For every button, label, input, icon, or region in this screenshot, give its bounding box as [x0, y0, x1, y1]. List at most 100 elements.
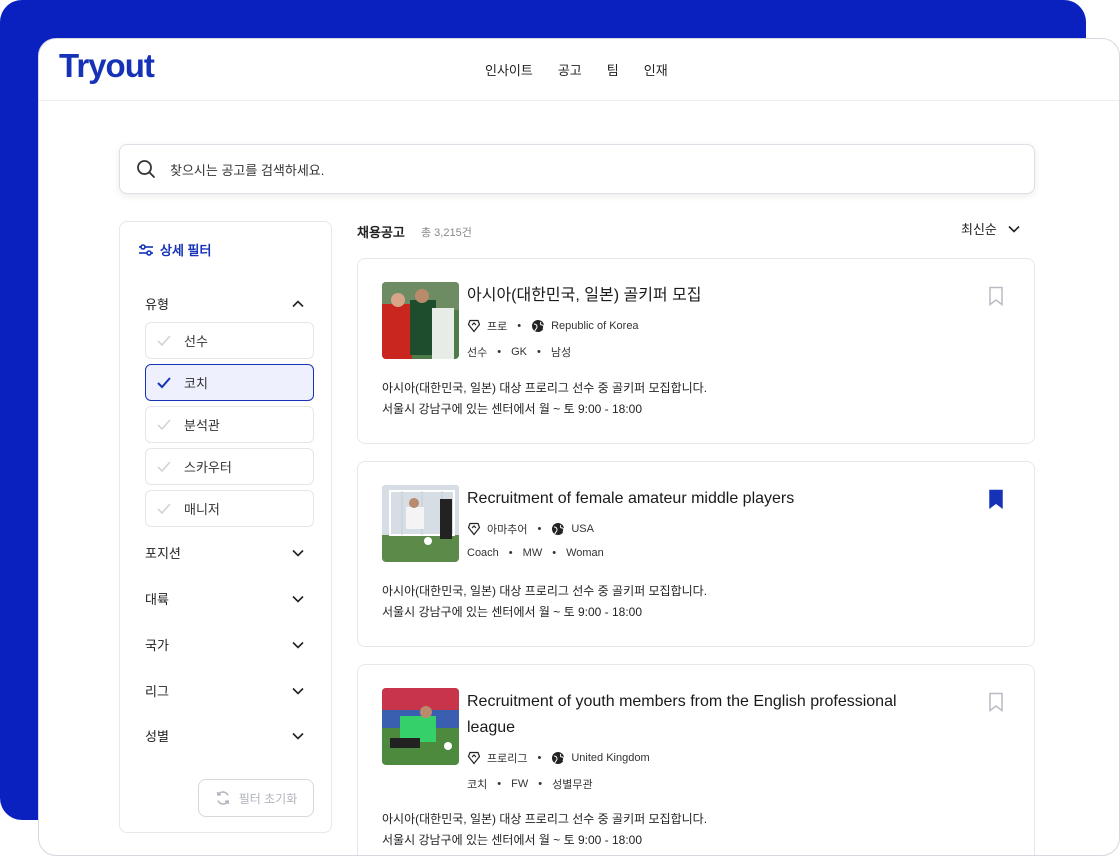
filter-title-label: 상세 필터: [160, 243, 212, 258]
chevron-down-icon: [292, 549, 304, 557]
job-tag: 코치: [467, 779, 488, 791]
globe-icon: [532, 320, 545, 332]
job-tag: 남성: [550, 347, 572, 359]
job-country: USA: [571, 523, 594, 535]
filter-section-label: 대륙: [145, 592, 169, 607]
list-count: 총 3,215건: [421, 227, 472, 239]
refresh-icon: [216, 791, 229, 805]
sliders-icon: [139, 243, 153, 256]
top-navbar: Tryout 인사이트 공고 팀 인재: [39, 39, 1119, 101]
type-option-label: 코치: [184, 376, 208, 391]
job-tag: Woman: [566, 547, 604, 559]
level-badge-icon: [467, 751, 481, 765]
separator-dot: •: [497, 778, 502, 790]
job-tag: 선수: [467, 347, 488, 359]
sort-dropdown[interactable]: 최신순: [961, 219, 1021, 238]
job-tag: GK: [511, 346, 528, 358]
globe-icon: [552, 752, 565, 764]
job-title[interactable]: 아시아(대한민국, 일본) 골키퍼 모집: [467, 283, 947, 309]
filter-section-country[interactable]: 국가: [145, 635, 305, 654]
type-option-label: 매니저: [184, 502, 220, 517]
main-nav: 인사이트 공고 팀 인재: [485, 60, 668, 79]
filter-section-league[interactable]: 리그: [145, 681, 305, 700]
search-bar: [119, 144, 1035, 194]
type-option-analyst[interactable]: 분석관: [145, 406, 314, 443]
filter-section-continent[interactable]: 대륙: [145, 589, 305, 608]
separator-dot: •: [508, 547, 513, 559]
job-thumbnail: [382, 282, 459, 359]
chevron-down-icon: [292, 732, 304, 740]
type-option-scout[interactable]: 스카우터: [145, 448, 314, 485]
filter-section-position[interactable]: 포지션: [145, 543, 305, 562]
job-description-line: 서울시 강남구에 있는 센터에서 월 ~ 토 9:00 - 18:00: [382, 833, 642, 847]
search-input[interactable]: [170, 157, 1010, 183]
nav-talent[interactable]: 인재: [644, 60, 668, 79]
separator-dot: •: [538, 778, 543, 790]
job-description: 아시아(대한민국, 일본) 대상 프로리그 선수 중 골키퍼 모집합니다. 서울…: [382, 581, 707, 623]
nav-insight[interactable]: 인사이트: [485, 60, 533, 79]
job-title[interactable]: Recruitment of youth members from the En…: [467, 689, 947, 741]
job-description-line: 서울시 강남구에 있는 센터에서 월 ~ 토 9:00 - 18:00: [382, 605, 642, 619]
level-badge-icon: [467, 319, 481, 333]
type-option-label: 분석관: [184, 418, 220, 433]
bookmark-outline-icon[interactable]: [988, 286, 1004, 306]
check-icon: [157, 334, 171, 346]
check-icon: [157, 460, 171, 472]
type-option-manager[interactable]: 매니저: [145, 490, 314, 527]
separator-dot: •: [537, 523, 542, 535]
filter-section-label: 성별: [145, 729, 169, 744]
separator-dot: •: [537, 752, 542, 764]
list-title: 채용공고: [357, 225, 405, 240]
job-country: United Kingdom: [571, 752, 650, 764]
job-tags-row: 선수 • GK • 남성: [467, 344, 571, 360]
nav-team[interactable]: 팀: [607, 60, 619, 79]
tryout-logo[interactable]: Tryout: [59, 47, 155, 85]
type-option-label: 스카우터: [184, 460, 232, 475]
reset-filter-label: 필터 초기화: [238, 791, 298, 806]
type-option-player[interactable]: 선수: [145, 322, 314, 359]
globe-icon: [552, 523, 565, 535]
filter-section-label: 포지션: [145, 546, 181, 561]
job-level: 프로: [487, 321, 508, 333]
job-card[interactable]: Recruitment of female amateur middle pla…: [357, 461, 1035, 647]
job-meta-row: 프로리그 • United Kingdom: [467, 750, 650, 766]
job-meta-row: 아마추어 • USA: [467, 521, 594, 537]
job-description: 아시아(대한민국, 일본) 대상 프로리그 선수 중 골키퍼 모집합니다. 서울…: [382, 378, 707, 420]
job-title[interactable]: Recruitment of female amateur middle pla…: [467, 486, 947, 512]
separator-dot: •: [497, 346, 502, 358]
job-description-line: 서울시 강남구에 있는 센터에서 월 ~ 토 9:00 - 18:00: [382, 402, 642, 416]
job-tag: 성별무관: [552, 779, 593, 791]
check-icon: [157, 376, 171, 388]
filter-section-label: 리그: [145, 684, 169, 699]
job-description-line: 아시아(대한민국, 일본) 대상 프로리그 선수 중 골키퍼 모집합니다.: [382, 381, 708, 395]
check-icon: [157, 502, 171, 514]
job-thumbnail: [382, 688, 459, 765]
chevron-down-icon: [292, 687, 304, 695]
level-badge-icon: [467, 522, 481, 536]
reset-filter-button[interactable]: 필터 초기화: [198, 779, 314, 817]
separator-dot: •: [552, 547, 557, 559]
job-meta-row: 프로 • Republic of Korea: [467, 318, 639, 334]
bookmark-outline-icon[interactable]: [988, 692, 1004, 712]
job-tag: FW: [511, 778, 529, 790]
type-option-coach[interactable]: 코치: [145, 364, 314, 401]
job-tags-row: Coach • MW • Woman: [467, 547, 604, 559]
filter-section-gender[interactable]: 성별: [145, 726, 305, 745]
filter-section-type-label: 유형: [145, 297, 169, 312]
bookmark-filled-icon[interactable]: [988, 489, 1004, 509]
filter-section-type[interactable]: 유형: [145, 294, 305, 313]
job-card[interactable]: Recruitment of youth members from the En…: [357, 664, 1035, 855]
job-card[interactable]: 아시아(대한민국, 일본) 골키퍼 모집 프로 • Republic of Ko…: [357, 258, 1035, 444]
filter-sidebar: 상세 필터 유형 선수 코치 분석관 스카우터 매니저 포지션 대륙 국가 리그…: [119, 221, 332, 833]
check-icon: [157, 418, 171, 430]
filter-title[interactable]: 상세 필터: [138, 240, 211, 259]
sort-label: 최신순: [961, 222, 997, 237]
chevron-up-icon: [292, 299, 304, 307]
type-options: 선수 코치 분석관 스카우터 매니저: [145, 322, 315, 532]
job-description-line: 아시아(대한민국, 일본) 대상 프로리그 선수 중 골키퍼 모집합니다.: [382, 812, 708, 826]
chevron-down-icon: [1008, 225, 1020, 233]
nav-postings[interactable]: 공고: [558, 60, 582, 79]
job-tags-row: 코치 • FW • 성별무관: [467, 776, 593, 792]
job-description: 아시아(대한민국, 일본) 대상 프로리그 선수 중 골키퍼 모집합니다. 서울…: [382, 809, 707, 851]
separator-dot: •: [537, 346, 541, 358]
